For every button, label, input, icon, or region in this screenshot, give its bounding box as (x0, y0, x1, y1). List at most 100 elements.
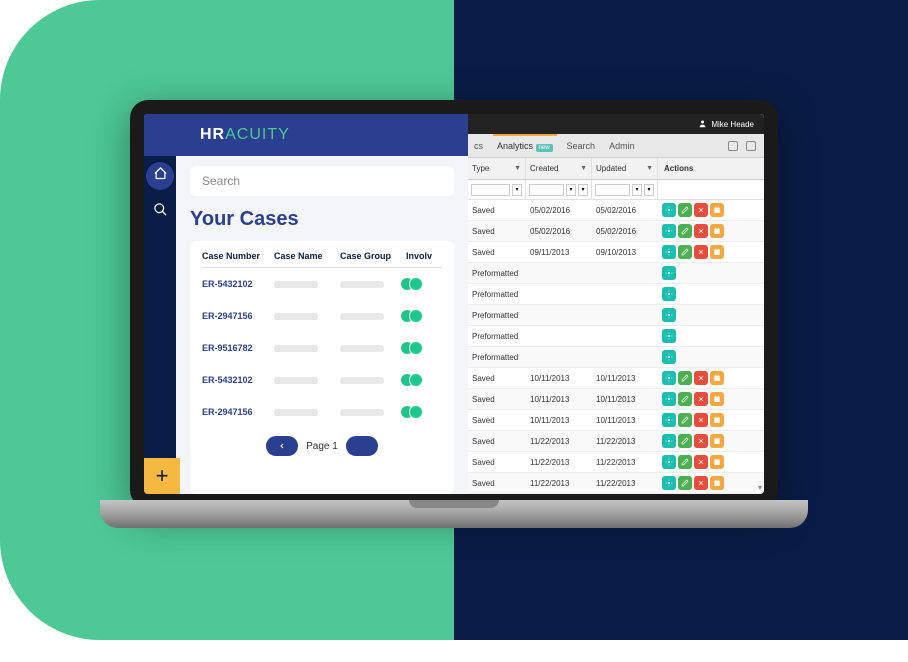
toolbar-icon-1[interactable] (728, 141, 738, 151)
action-view-button[interactable] (662, 203, 676, 217)
home-button[interactable] (146, 162, 174, 190)
cases-card: Case Number Case Name Case Group Involv … (190, 241, 454, 494)
case-row[interactable]: ER-2947156 (202, 396, 442, 428)
action-view-button[interactable] (662, 224, 676, 238)
pager: Page 1 (202, 428, 442, 464)
avatar (409, 277, 423, 291)
tab-analytics[interactable]: Analytics new (497, 135, 553, 157)
action-view-button[interactable] (662, 266, 676, 280)
action-edit-button[interactable] (678, 434, 692, 448)
tab-cs[interactable]: cs (474, 135, 483, 157)
col-case-number: Case Number (202, 251, 264, 261)
action-edit-button[interactable] (678, 203, 692, 217)
header-type[interactable]: Type▼ (468, 158, 526, 179)
action-delete-button[interactable] (694, 245, 708, 259)
avatar (409, 373, 423, 387)
case-row[interactable]: ER-2947156 (202, 300, 442, 332)
action-edit-button[interactable] (678, 413, 692, 427)
cell-actions (658, 452, 764, 472)
case-row[interactable]: ER-9516782 (202, 332, 442, 364)
cell-type: Saved (468, 410, 526, 430)
cell-updated (592, 305, 658, 325)
action-view-button[interactable] (662, 455, 676, 469)
case-number: ER-2947156 (202, 311, 264, 321)
action-delete-button[interactable] (694, 455, 708, 469)
scroll-down-icon[interactable]: ▾ (758, 483, 762, 492)
action-edit-button[interactable] (678, 476, 692, 490)
case-row[interactable]: ER-5432102 (202, 364, 442, 396)
user-name[interactable]: Mike Heade (711, 120, 754, 129)
action-view-button[interactable] (662, 308, 676, 322)
cell-type: Saved (468, 368, 526, 388)
filter-type-input[interactable] (471, 184, 510, 196)
tab-search[interactable]: Search (567, 135, 596, 157)
case-name-placeholder (274, 377, 318, 384)
action-schedule-button[interactable] (710, 434, 724, 448)
cell-updated: 11/22/2013 (592, 452, 658, 472)
involved-avatars (400, 309, 423, 323)
action-delete-button[interactable] (694, 224, 708, 238)
filter-created-op[interactable]: ▾ (578, 184, 588, 196)
action-edit-button[interactable] (678, 455, 692, 469)
action-schedule-button[interactable] (710, 245, 724, 259)
filter-created-input[interactable] (529, 184, 564, 196)
cell-created (526, 284, 592, 304)
action-delete-button[interactable] (694, 392, 708, 406)
page-next-button[interactable] (346, 436, 378, 456)
sort-icon: ▼ (514, 165, 521, 172)
add-button[interactable]: + (144, 458, 180, 494)
search-button[interactable] (146, 198, 174, 226)
action-schedule-button[interactable] (710, 224, 724, 238)
grid-row: Preformatted (468, 347, 764, 368)
action-delete-button[interactable] (694, 476, 708, 490)
cell-created: 05/02/2016 (526, 221, 592, 241)
search-input[interactable]: Search (190, 166, 454, 196)
action-edit-button[interactable] (678, 371, 692, 385)
case-name-placeholder (274, 313, 318, 320)
action-delete-button[interactable] (694, 203, 708, 217)
filter-updated-dd[interactable]: ▾ (632, 184, 642, 196)
action-schedule-button[interactable] (710, 476, 724, 490)
cell-actions (658, 410, 764, 430)
action-view-button[interactable] (662, 245, 676, 259)
action-view-button[interactable] (662, 329, 676, 343)
action-schedule-button[interactable] (710, 392, 724, 406)
action-delete-button[interactable] (694, 434, 708, 448)
action-schedule-button[interactable] (710, 455, 724, 469)
action-edit-button[interactable] (678, 392, 692, 406)
action-edit-button[interactable] (678, 224, 692, 238)
toolbar-icon-2[interactable] (746, 141, 756, 151)
action-view-button[interactable] (662, 287, 676, 301)
action-view-button[interactable] (662, 434, 676, 448)
filter-created-dd[interactable]: ▾ (566, 184, 576, 196)
action-view-button[interactable] (662, 413, 676, 427)
action-schedule-button[interactable] (710, 203, 724, 217)
action-view-button[interactable] (662, 350, 676, 364)
action-view-button[interactable] (662, 371, 676, 385)
action-delete-button[interactable] (694, 371, 708, 385)
action-edit-button[interactable] (678, 245, 692, 259)
right-app: Mike Heade cs Analytics new Search Admin… (468, 114, 764, 494)
filter-updated-input[interactable] (595, 184, 630, 196)
action-schedule-button[interactable] (710, 371, 724, 385)
case-group-placeholder (340, 409, 384, 416)
filter-type-dd[interactable]: ▾ (512, 184, 522, 196)
action-schedule-button[interactable] (710, 413, 724, 427)
tab-admin[interactable]: Admin (609, 135, 635, 157)
filter-updated: ▾▾ (592, 180, 658, 199)
brand-hr: HR (200, 126, 225, 144)
filter-updated-op[interactable]: ▾ (644, 184, 654, 196)
page-prev-button[interactable] (266, 436, 298, 456)
header-updated[interactable]: Updated▼ (592, 158, 658, 179)
cell-actions (658, 326, 764, 346)
case-row[interactable]: ER-5432102 (202, 268, 442, 300)
header-created[interactable]: Created▼ (526, 158, 592, 179)
action-delete-button[interactable] (694, 413, 708, 427)
case-number: ER-5432102 (202, 375, 264, 385)
laptop-notch (409, 500, 499, 508)
tabs-bar: cs Analytics new Search Admin (468, 134, 764, 158)
action-view-button[interactable] (662, 392, 676, 406)
action-view-button[interactable] (662, 476, 676, 490)
cell-updated (592, 347, 658, 367)
case-group-placeholder (340, 313, 384, 320)
